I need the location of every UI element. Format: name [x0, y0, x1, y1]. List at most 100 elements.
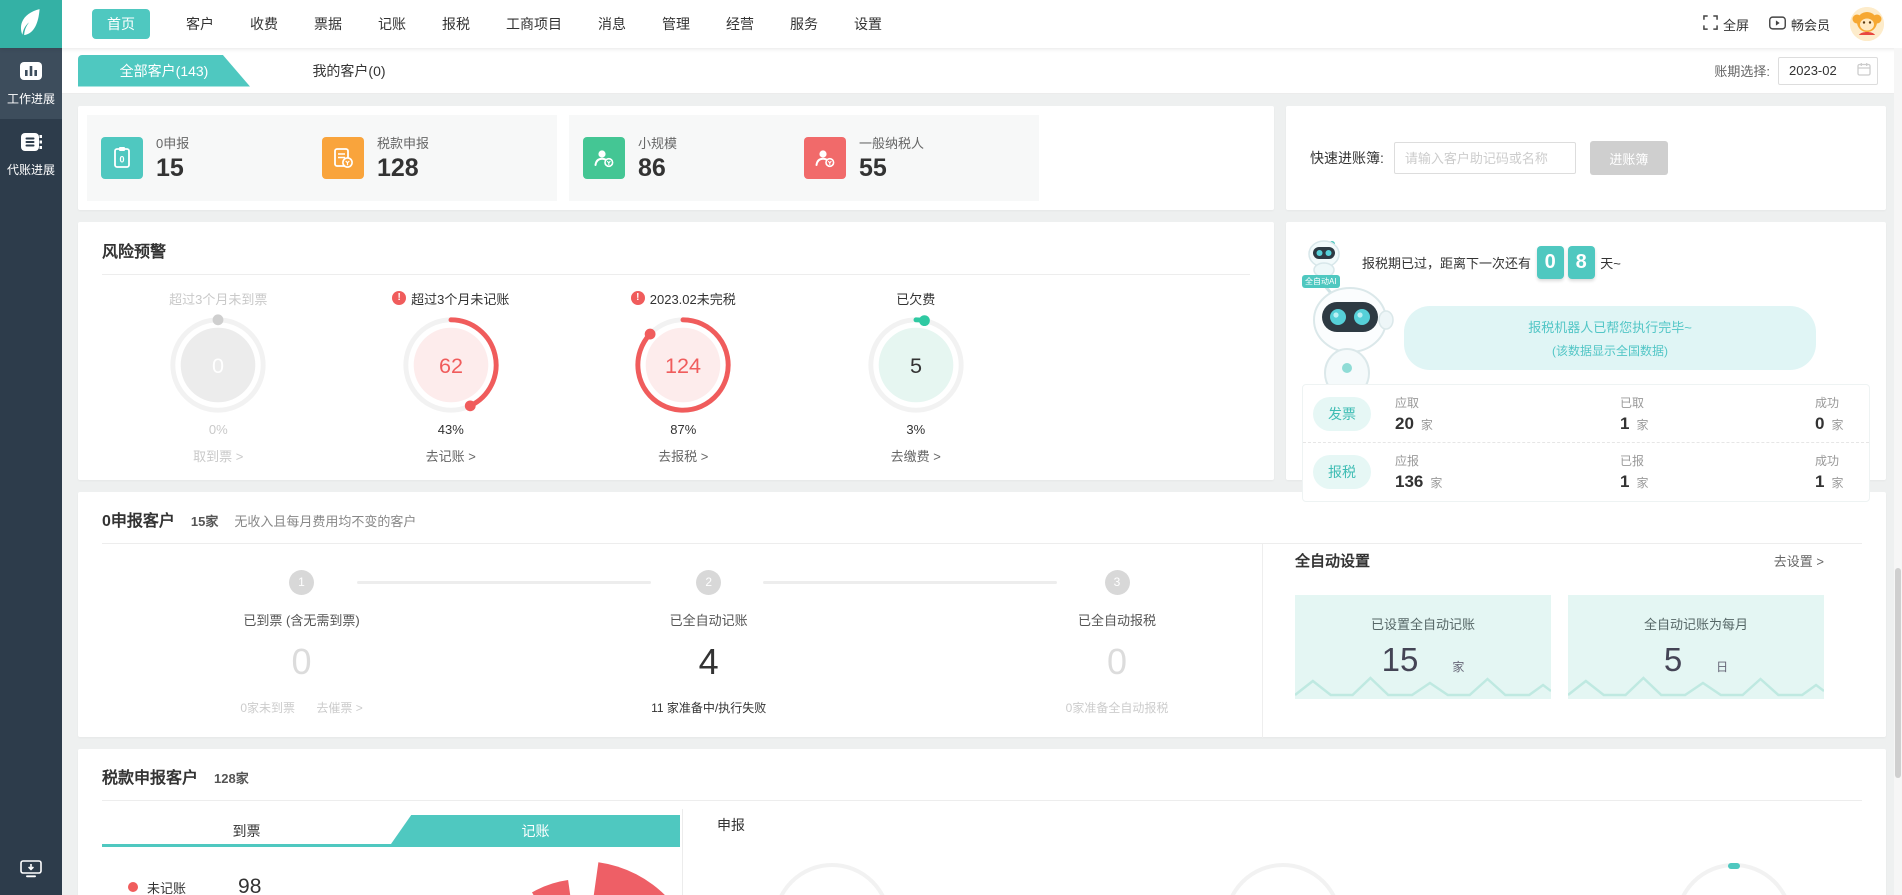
period-label: 账期选择:	[1714, 64, 1770, 79]
go-bookkeeping-link[interactable]: 去记账 >	[335, 446, 568, 465]
scrollbar-thumb[interactable]	[1895, 568, 1901, 778]
preparing-auto-tax-count: 0家准备全自动报税	[1065, 701, 1169, 715]
declare-title: 申报	[717, 817, 745, 833]
nav-fees[interactable]: 收费	[250, 14, 278, 34]
left-sidebar: 工作进展 代账进展	[0, 48, 62, 895]
nav-tax-filing[interactable]: 报税	[442, 14, 470, 34]
cell-success: 成功 0家	[1815, 395, 1844, 433]
urge-invoice-link[interactable]: 去催票 >	[316, 701, 362, 715]
pie-chart	[452, 829, 712, 895]
quick-entry-card: 快速进账簿: 进账簿	[1286, 106, 1886, 210]
step-auto-tax-filing: 3 已全自动报税 0 0家准备全自动报税	[977, 570, 1257, 716]
svg-text:0: 0	[119, 155, 124, 165]
leaf-logo-icon	[18, 8, 44, 41]
sidebar-item-work-progress[interactable]: 工作进展	[0, 48, 62, 119]
nav-customers[interactable]: 客户	[186, 14, 214, 34]
tab-all-customers[interactable]: 全部客户(143)	[78, 54, 250, 87]
calendar-icon	[1857, 62, 1871, 79]
step-number-badge: 2	[696, 570, 722, 595]
declare-step-declared: 0 已申报	[773, 863, 891, 895]
stat-label: 一般纳税人	[859, 136, 925, 151]
tax-declare-title: 税款申报客户	[102, 770, 199, 787]
small-scale-icon	[583, 137, 625, 179]
period-picker[interactable]: 2023-02	[1778, 56, 1878, 85]
heartbeat-decoration	[1295, 676, 1551, 697]
quick-entry-input[interactable]	[1393, 142, 1576, 174]
get-invoice-link[interactable]: 取到票 >	[102, 446, 335, 465]
nav-messages[interactable]: 消息	[598, 14, 626, 34]
download-client-button[interactable]	[0, 860, 62, 881]
countdown-digit: 0	[1536, 245, 1564, 279]
countdown-digit: 8	[1567, 245, 1595, 279]
go-tax-filing-link[interactable]: 去报税 >	[567, 446, 800, 465]
gauge-ring: 124	[567, 311, 800, 422]
gauge-fee-owed: 已欠费 5 3% 去缴费 >	[800, 289, 1033, 465]
stat-small-scale[interactable]: 小规模 86	[583, 133, 804, 183]
gauge-percent: 3%	[906, 422, 926, 437]
sidebar-item-agency-progress[interactable]: 代账进展	[0, 119, 62, 190]
risk-warning-card: 风险预警 超过3个月未到票 0 0% 取到票 > ! 超过3个月未记账 62 43…	[78, 222, 1274, 480]
enter-ledger-button[interactable]: 进账簿	[1589, 141, 1668, 175]
fullscreen-icon	[1703, 15, 1718, 33]
auto-settings-panel: 全自动设置 去设置 > 已设置全自动记账 15 家 全自动记账为每月 5日	[1262, 544, 1862, 738]
nav-management[interactable]: 管理	[662, 14, 690, 34]
table-row-tax: 报税 应报 136 家 已报 1家 成功 1 家	[1303, 443, 1869, 501]
stat-zero-declare[interactable]: 0 0申报 15	[101, 133, 322, 183]
nav-invoices[interactable]: 票据	[314, 14, 342, 34]
gauge-percent: 43%	[437, 422, 464, 437]
tax-declare-count: 128家	[214, 771, 249, 786]
main-area: 全部客户(143) 我的客户(0) 账期选择: 2023-02 0 0申报 15…	[62, 48, 1902, 895]
tab-invoice-arrival[interactable]: 到票	[102, 815, 391, 844]
gauge-no-invoice-3m: 超过3个月未到票 0 0% 取到票 >	[102, 289, 335, 465]
gauge-percent: 0%	[208, 422, 228, 437]
progress-tick	[1728, 863, 1740, 869]
declare-step-confirmed: 0 客户已确认	[1224, 863, 1342, 895]
table-row-invoice: 发票 应取 20 家 已取 1家 成功 0 家	[1303, 385, 1869, 443]
go-pay-fee-link[interactable]: 去缴费 >	[800, 446, 1033, 465]
divider	[102, 274, 1250, 275]
gauge-ring: 5	[800, 311, 1033, 422]
fullscreen-button[interactable]: 全屏	[1703, 15, 1749, 34]
bubble-line-2: (该数据显示全国数据)	[1552, 344, 1668, 358]
cell-should-file: 应报 136 家	[1395, 454, 1443, 491]
stat-tax-declare[interactable]: 税款申报 128	[322, 133, 543, 183]
stat-general-taxpayer[interactable]: 一般纳税人 55	[804, 133, 1025, 183]
arrow-right-icon: →	[1342, 863, 1675, 895]
cell-success: 成功 1家	[1815, 454, 1844, 491]
tax-declare-icon	[322, 137, 364, 179]
nav-settings[interactable]: 设置	[854, 14, 882, 34]
auto-settings-title: 全自动设置	[1295, 553, 1371, 570]
top-nav: 首页 客户 收费 票据 记账 报税 工商项目 消息 管理 经营 服务 设置	[92, 9, 882, 39]
step-auto-bookkeeping: 2 已全自动记账 4 11 家准备中/执行失败	[569, 570, 849, 716]
nav-services[interactable]: 服务	[790, 14, 818, 34]
nav-bookkeeping[interactable]: 记账	[378, 14, 406, 34]
cell-got: 已取 1家	[1620, 395, 1649, 433]
user-avatar[interactable]	[1850, 7, 1884, 41]
heartbeat-decoration	[1568, 676, 1824, 697]
gauge-title: ! 2023.02未完税	[567, 289, 800, 307]
download-icon	[20, 860, 42, 881]
svg-text:0: 0	[212, 353, 224, 378]
arrow-right-icon: →	[891, 863, 1224, 895]
member-button[interactable]: 畅会员	[1769, 15, 1830, 34]
quick-entry-label: 快速进账簿:	[1310, 150, 1384, 166]
dashboard-content: 0 0申报 15 税款申报 128 小规模 86 一般纳税人 55 快速进账簿:…	[62, 94, 1902, 895]
stats-group-declare: 0 0申报 15 税款申报 128	[87, 115, 557, 201]
go-settings-link[interactable]: 去设置 >	[1774, 551, 1824, 570]
declare-step-paid: 1 已缴款	[1675, 863, 1793, 895]
alert-icon: !	[630, 291, 645, 305]
zero-declare-title: 0申报客户	[102, 513, 175, 530]
scrollbar[interactable]	[1894, 48, 1902, 895]
stat-value: 86	[638, 154, 666, 182]
app-logo[interactable]	[0, 0, 62, 48]
auto-bookkeeping-day-card: 全自动记账为每月 5日	[1568, 595, 1824, 699]
app-header: 首页 客户 收费 票据 记账 报税 工商项目 消息 管理 经营 服务 设置 全屏…	[0, 0, 1902, 48]
gauge-tax-unfinished: ! 2023.02未完税 124 87% 去报税 >	[567, 289, 800, 465]
period-value: 2023-02	[1789, 63, 1837, 78]
nav-business-projects[interactable]: 工商项目	[506, 14, 562, 34]
nav-operations[interactable]: 经营	[726, 14, 754, 34]
customer-stats-card: 0 0申报 15 税款申报 128 小规模 86 一般纳税人 55	[78, 106, 1274, 210]
step-number-badge: 1	[289, 570, 315, 595]
nav-home[interactable]: 首页	[92, 9, 150, 39]
tab-my-customers[interactable]: 我的客户(0)	[274, 61, 424, 81]
